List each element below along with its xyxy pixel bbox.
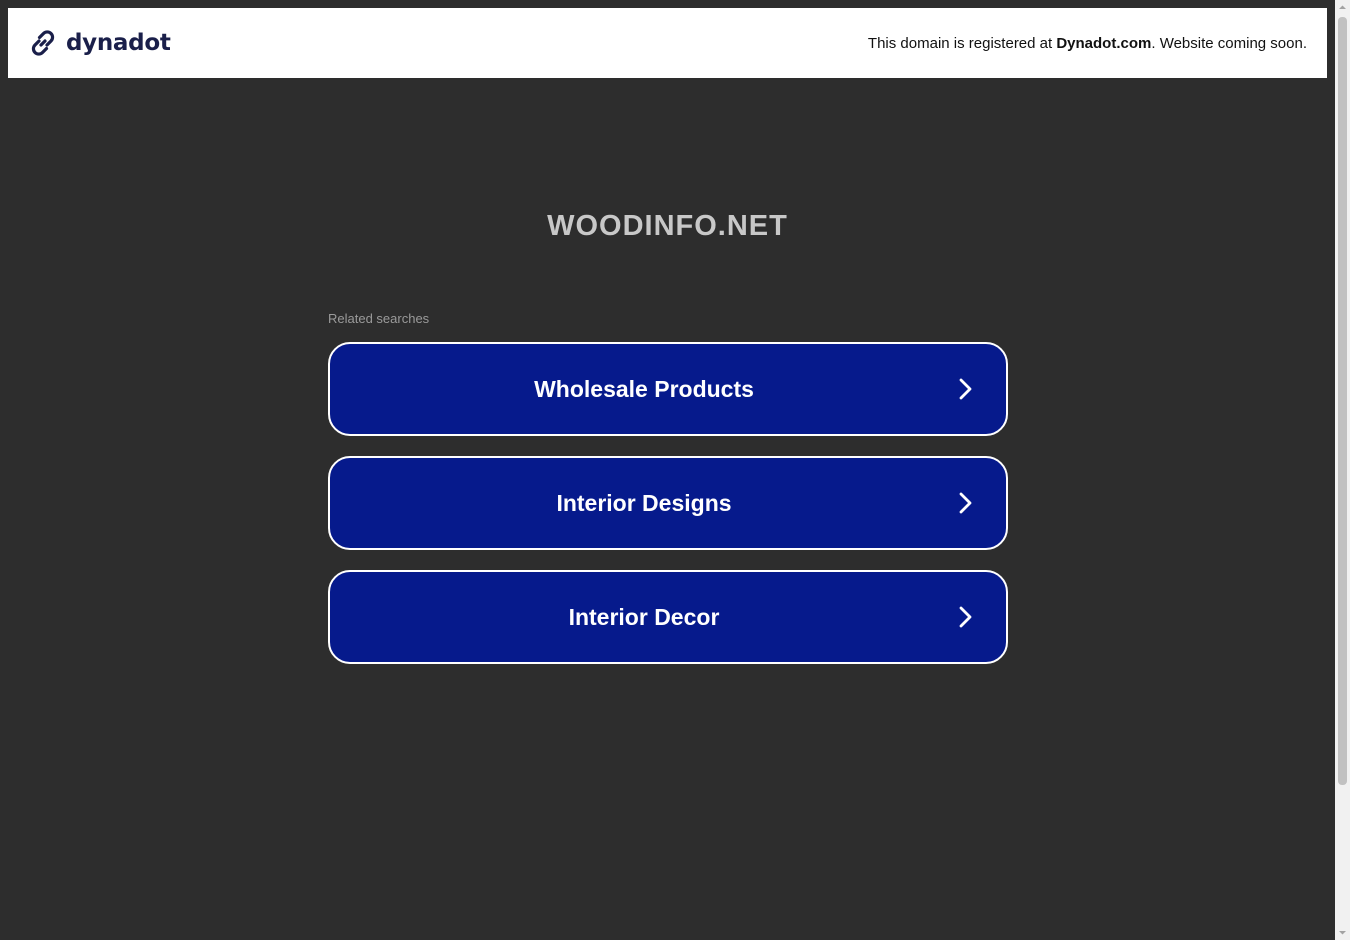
domain-title: WOODINFO.NET xyxy=(547,210,788,242)
scroll-down-arrow-icon[interactable] xyxy=(1335,925,1350,940)
registrar-name: Dynadot.com xyxy=(1056,34,1152,52)
chevron-right-icon xyxy=(959,378,972,400)
registered-prefix: This domain is registered at xyxy=(867,34,1057,52)
registered-suffix: . Website coming soon. xyxy=(1151,34,1307,52)
related-link-wholesale-products[interactable]: Wholesale Products xyxy=(328,342,1008,436)
scroll-up-arrow-icon[interactable] xyxy=(1335,0,1350,15)
chevron-right-icon xyxy=(959,492,972,514)
registration-notice: This domain is registered at Dynadot.com… xyxy=(868,35,1307,52)
vertical-scrollbar[interactable] xyxy=(1335,0,1350,940)
related-link-interior-decor[interactable]: Interior Decor xyxy=(328,570,1008,664)
related-links: Wholesale Products Interior Designs Inte… xyxy=(328,342,1008,684)
dynadot-logo[interactable]: dynadot xyxy=(28,28,171,58)
link-label: Interior Decor xyxy=(568,603,720,630)
page: dynadot This domain is registered at Dyn… xyxy=(0,0,1350,940)
brand-name: dynadot xyxy=(66,30,171,56)
chain-link-icon xyxy=(31,30,55,56)
chevron-right-icon xyxy=(959,606,972,628)
link-label: Interior Designs xyxy=(556,489,732,516)
related-searches-label: Related searches xyxy=(328,311,430,326)
scrollbar-thumb[interactable] xyxy=(1338,17,1347,785)
link-label: Wholesale Products xyxy=(534,375,754,402)
related-link-interior-designs[interactable]: Interior Designs xyxy=(328,456,1008,550)
top-bar: dynadot This domain is registered at Dyn… xyxy=(8,8,1327,78)
viewport: dynadot This domain is registered at Dyn… xyxy=(0,0,1335,940)
